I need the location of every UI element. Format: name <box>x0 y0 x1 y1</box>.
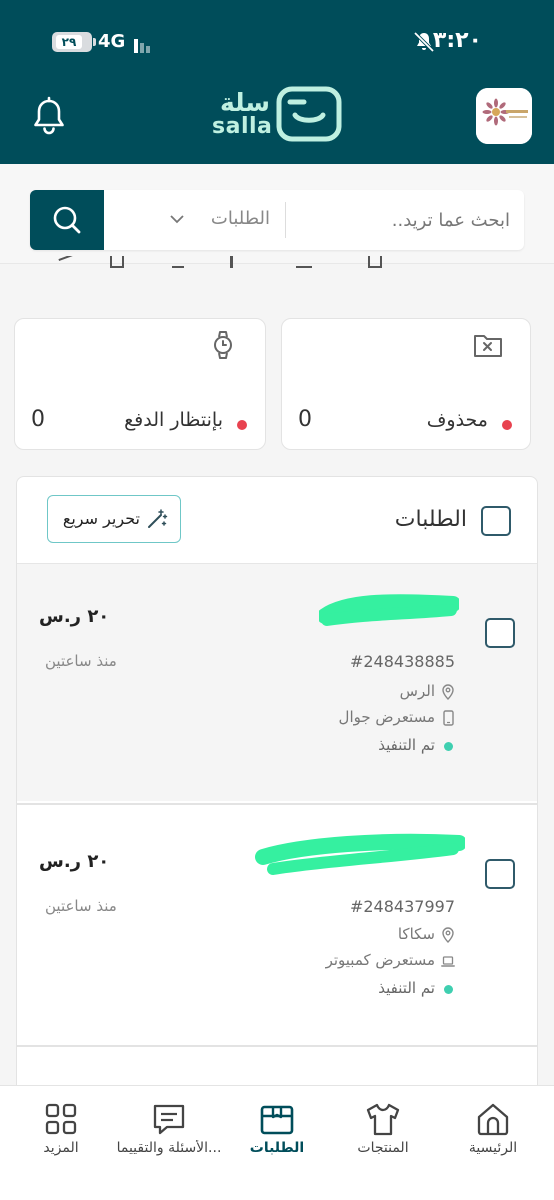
order-status-text: تم التنفيذ <box>378 736 435 754</box>
order-channel-text: مستعرض كمبيوتر <box>325 951 435 969</box>
quick-edit-button[interactable]: تحرير سريع <box>47 495 181 543</box>
battery-level: ٢٩ <box>56 35 82 49</box>
logo-arabic-text: سلة <box>220 88 270 117</box>
order-amount: ٢٠ ر.س <box>39 851 110 872</box>
logo-latin-text: salla <box>212 114 273 139</box>
box-icon <box>260 1105 294 1135</box>
search-bar: الطلبات <box>30 190 524 250</box>
search-area: الطلبات <box>0 164 554 264</box>
tab-more[interactable]: المزيد <box>6 1086 116 1186</box>
folder-x-icon <box>474 335 502 357</box>
tab-orders[interactable]: الطلبات <box>222 1086 332 1186</box>
stat-count: 0 <box>298 407 312 432</box>
search-icon <box>53 206 81 234</box>
redacted-customer-name <box>319 594 459 626</box>
tab-products-label: المنتجات <box>357 1140 409 1156</box>
home-icon <box>477 1103 509 1136</box>
status-dot <box>444 985 453 994</box>
search-scope-label: الطلبات <box>210 208 270 229</box>
order-status-text: تم التنفيذ <box>378 979 435 997</box>
stat-card-deleted[interactable]: محذوف 0 <box>281 318 531 450</box>
stat-card-awaiting-payment[interactable]: بإنتظار الدفع 0 <box>14 318 266 450</box>
order-time-ago: منذ ساعتين <box>45 652 117 670</box>
network-type: 4G <box>98 31 126 52</box>
order-number: #248438885 <box>349 652 455 671</box>
bottom-tab-bar: الرئيسية المنتجات الطلبات الأسئلة والتقي… <box>0 1085 554 1200</box>
battery-icon: ٢٩ <box>52 32 96 52</box>
stat-count: 0 <box>31 407 45 432</box>
shirt-icon <box>366 1103 400 1136</box>
quick-edit-label: تحرير سريع <box>62 509 140 528</box>
store-logo-icon <box>476 88 532 144</box>
tab-questions-label: الأسئلة والتقييما... <box>116 1140 222 1156</box>
chat-icon <box>153 1104 185 1135</box>
signal-icon <box>134 34 152 53</box>
orders-list-header: الطلبات تحرير سريع <box>17 477 537 563</box>
store-avatar[interactable] <box>476 88 532 144</box>
order-channel: مستعرض جوال <box>295 708 455 730</box>
status-filter-strip <box>0 256 554 270</box>
order-channel-text: مستعرض جوال <box>338 708 435 726</box>
order-status: تم التنفيذ <box>295 736 455 758</box>
app-header: ٢٩ 4G ٣:٢٠ سلة salla <box>0 0 554 164</box>
order-city: سكاكا <box>285 925 455 947</box>
search-divider <box>285 202 286 238</box>
tab-orders-label: الطلبات <box>249 1140 305 1156</box>
salla-bag-icon <box>276 86 342 142</box>
search-scope-dropdown[interactable]: الطلبات <box>170 206 270 234</box>
laptop-icon <box>441 956 455 967</box>
mobile-icon <box>443 710 454 726</box>
salla-logo: سلة salla <box>210 86 350 144</box>
order-channel: مستعرض كمبيوتر <box>285 951 455 973</box>
watch-icon <box>214 331 232 359</box>
select-all-checkbox[interactable] <box>481 506 511 536</box>
orders-title: الطلبات <box>394 507 467 532</box>
tab-questions-reviews[interactable]: الأسئلة والتقييما... <box>114 1086 224 1186</box>
tab-home-label: الرئيسية <box>468 1140 518 1156</box>
order-number: #248437997 <box>349 897 455 916</box>
stat-label: محذوف <box>426 409 488 431</box>
grid-icon <box>45 1103 77 1135</box>
status-dot <box>237 420 247 430</box>
order-city-text: الرس <box>399 682 435 700</box>
status-dot <box>502 420 512 430</box>
magic-wand-icon <box>148 509 168 528</box>
search-button[interactable] <box>30 190 104 250</box>
tab-home[interactable]: الرئيسية <box>438 1086 548 1186</box>
order-city: الرس <box>295 682 455 704</box>
status-bar: ٢٩ 4G ٣:٢٠ <box>0 22 554 62</box>
tab-more-label: المزيد <box>43 1140 79 1156</box>
chevron-down-icon <box>170 215 184 224</box>
order-time-ago: منذ ساعتين <box>45 897 117 915</box>
clock: ٣:٢٠ <box>432 28 482 53</box>
stat-label: بإنتظار الدفع <box>124 409 223 431</box>
redacted-customer-name <box>255 833 465 875</box>
order-row[interactable]: ٢٠ ر.س منذ ساعتين #248438885 الرس مستعرض… <box>17 563 537 801</box>
location-pin-icon <box>442 927 454 943</box>
notifications-bell-icon[interactable] <box>30 96 68 136</box>
order-checkbox[interactable] <box>485 618 515 648</box>
order-checkbox[interactable] <box>485 859 515 889</box>
status-dot <box>444 742 453 751</box>
orders-list: الطلبات تحرير سريع ٢٠ ر.س منذ ساعتين #24… <box>16 476 538 1096</box>
tab-products[interactable]: المنتجات <box>328 1086 438 1186</box>
order-city-text: سكاكا <box>397 925 435 943</box>
search-input[interactable] <box>290 190 510 250</box>
order-amount: ٢٠ ر.س <box>39 606 110 627</box>
order-row[interactable]: ٢٠ ر.س منذ ساعتين #248437997 سكاكا مستعر… <box>17 803 537 1045</box>
location-pin-icon <box>442 684 454 700</box>
order-status: تم التنفيذ <box>285 979 455 1001</box>
